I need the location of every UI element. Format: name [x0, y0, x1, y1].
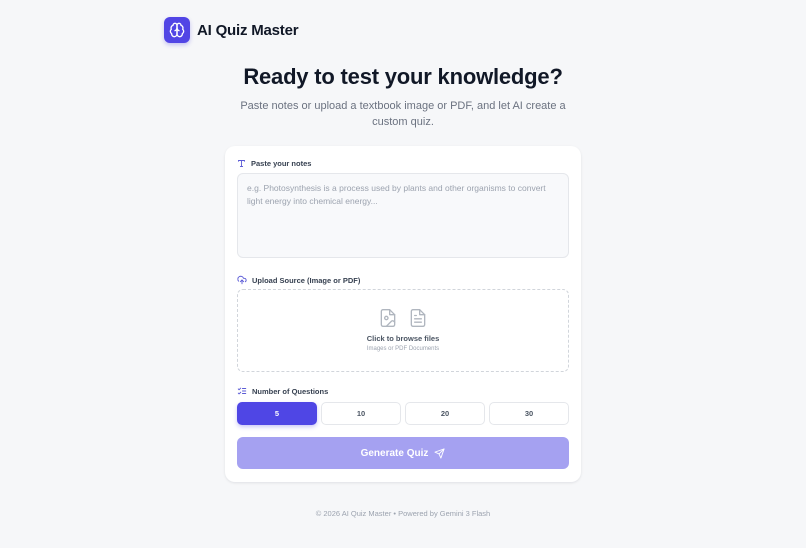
app-title: AI Quiz Master — [197, 21, 299, 39]
quiz-form-card: Paste your notes e.g. Photosynthesis is … — [225, 146, 581, 482]
questions-section-label: Number of Questions — [237, 386, 328, 396]
upload-label-text: Upload Source (Image or PDF) — [252, 275, 361, 285]
notes-section-label: Paste your notes — [237, 159, 311, 168]
file-dropzone[interactable]: Click to browse files Images or PDF Docu… — [237, 289, 569, 372]
questions-label-text: Number of Questions — [252, 386, 329, 396]
send-icon — [434, 447, 445, 459]
list-icon — [237, 387, 247, 395]
page-title: Ready to test your knowledge? — [243, 64, 563, 89]
question-count-option-5[interactable]: 5 — [237, 402, 317, 425]
dropzone-title: Click to browse files — [366, 334, 440, 343]
dropzone-subtitle: Images or PDF Documents — [366, 346, 440, 352]
notes-placeholder: e.g. Photosynthesis is a process used by… — [247, 183, 546, 206]
question-count-option-30[interactable]: 30 — [489, 402, 569, 425]
text-icon — [238, 160, 245, 167]
logo[interactable] — [164, 17, 190, 43]
notes-label-text: Paste your notes — [251, 159, 312, 168]
page-subtitle: Paste notes or upload a textbook image o… — [240, 100, 566, 128]
image-file-icon — [380, 309, 396, 327]
question-count-option-10[interactable]: 10 — [321, 402, 401, 425]
notes-textarea[interactable]: e.g. Photosynthesis is a process used by… — [237, 173, 569, 258]
question-count-selector: 5 10 20 30 — [237, 402, 569, 425]
document-file-icon — [410, 309, 426, 327]
generate-button-label: Generate Quiz — [360, 447, 429, 459]
app-header: AI Quiz Master — [164, 17, 299, 43]
brain-logo-icon — [169, 22, 185, 38]
cloud-upload-icon — [237, 275, 247, 285]
footer-text: © 2026 AI Quiz Master • Powered by Gemin… — [315, 509, 491, 518]
generate-quiz-button[interactable]: Generate Quiz — [237, 437, 569, 469]
dropzone-icons — [238, 307, 568, 329]
question-count-option-20[interactable]: 20 — [405, 402, 485, 425]
upload-section-label: Upload Source (Image or PDF) — [237, 275, 360, 285]
